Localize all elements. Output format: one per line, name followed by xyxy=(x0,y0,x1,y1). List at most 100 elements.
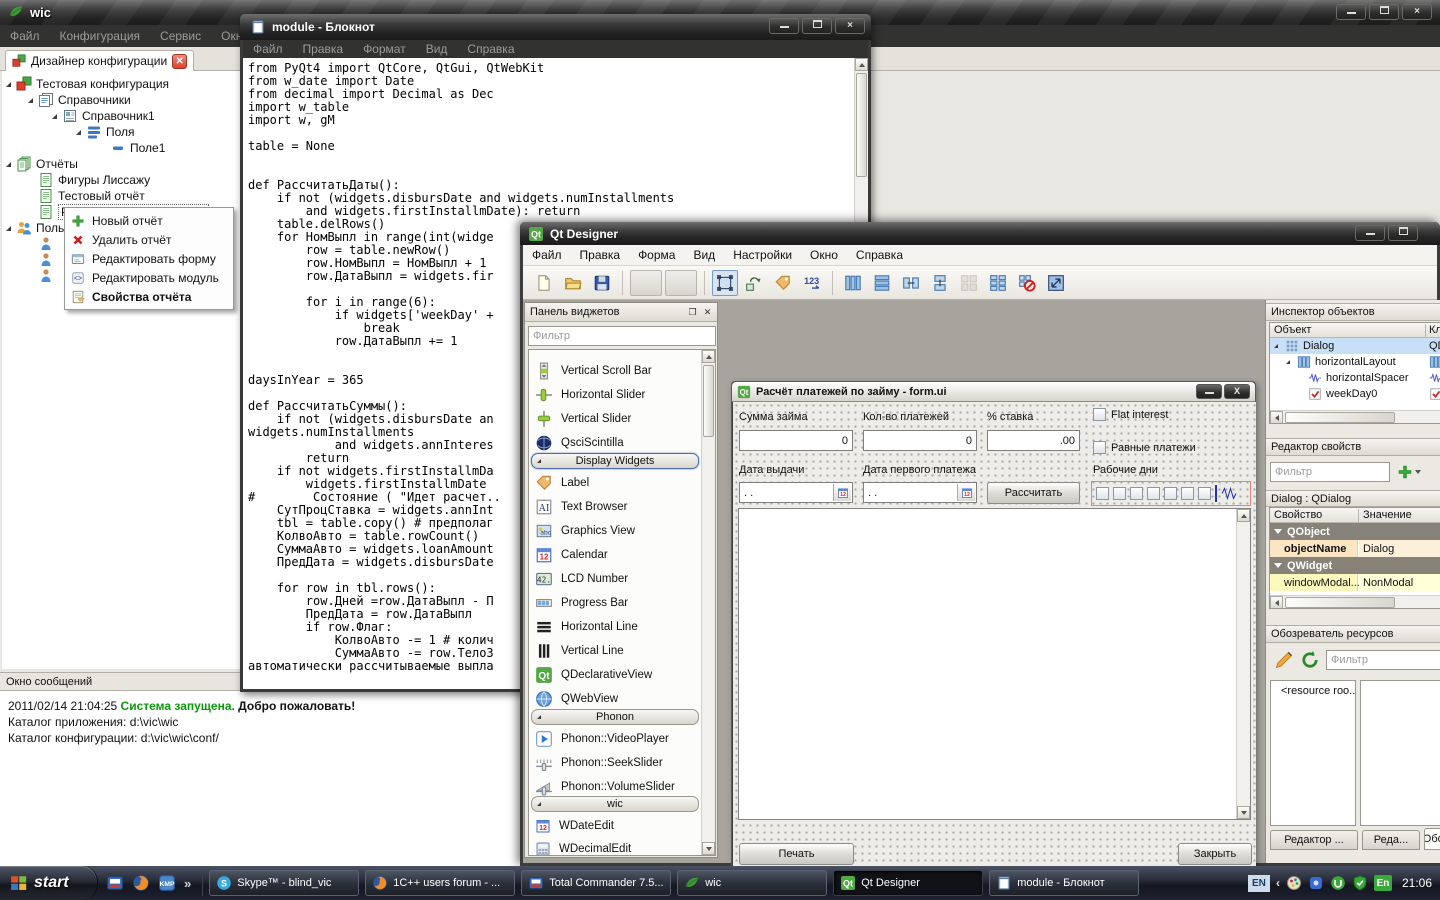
menu-item-delete-report[interactable]: Удалить отчёт xyxy=(65,230,233,249)
tree-item-test-configuration[interactable]: Тестовая конфигурация xyxy=(6,76,169,92)
task-qt-designer[interactable]: Qt Designer xyxy=(833,870,983,896)
label-first-payment-date[interactable]: Дата первого платежа xyxy=(863,464,976,476)
widget-item-horizontal-line[interactable]: Horizontal Line xyxy=(531,615,699,639)
scroll-thumb[interactable] xyxy=(703,365,714,437)
qt-menu-edit[interactable]: Правка xyxy=(571,248,630,262)
inspector-column-header[interactable]: ОбъектКласс xyxy=(1270,323,1440,338)
widget-item-wdecimaledit[interactable]: WDecimalEdit xyxy=(531,837,699,856)
checkbox-icon[interactable] xyxy=(1093,408,1106,421)
expand-arrow-icon[interactable] xyxy=(28,98,33,103)
label-rate[interactable]: % ставка xyxy=(987,411,1033,423)
minimize-button[interactable] xyxy=(1196,384,1222,399)
widget-filter-input[interactable] xyxy=(528,326,716,346)
widget-item-horizontal-scroll-bar[interactable]: Horizontal Scroll Bar xyxy=(531,349,699,356)
close-button[interactable]: × xyxy=(835,18,865,34)
widget-item-calendar[interactable]: Calendar xyxy=(531,543,699,567)
weekday-checkbox[interactable] xyxy=(1164,487,1177,500)
tab-resource-browser[interactable]: Обозреватель ресурсов xyxy=(1424,828,1440,850)
tree-item-user[interactable] xyxy=(38,236,54,252)
task-wic[interactable]: wic xyxy=(677,870,827,896)
table-scrollbar[interactable] xyxy=(1236,509,1250,819)
workdays-layout-selection[interactable] xyxy=(1091,481,1251,506)
float-dock-icon[interactable]: ❐ xyxy=(686,306,699,319)
property-filter-input[interactable] xyxy=(1270,462,1390,482)
resource-filter-input[interactable] xyxy=(1326,650,1440,670)
layout-horizontal-splitter-button[interactable] xyxy=(898,270,924,296)
widget-section-phonon[interactable]: Phonon xyxy=(531,709,699,725)
edit-signals-slots-button[interactable] xyxy=(741,270,767,296)
expand-arrow-icon[interactable] xyxy=(52,114,57,119)
scroll-left-button[interactable] xyxy=(1270,596,1283,609)
inspector-hscrollbar[interactable] xyxy=(1270,410,1440,423)
widget-item-vertical-line[interactable]: Vertical Line xyxy=(531,639,699,663)
expand-arrow-icon[interactable] xyxy=(6,226,11,231)
tree-item-user[interactable] xyxy=(38,252,54,268)
total-commander-icon[interactable] xyxy=(106,874,124,892)
tray-palette-icon[interactable] xyxy=(1286,875,1302,891)
weekday-checkbox[interactable] xyxy=(1198,487,1211,500)
widget-item-lcd-number[interactable]: LCD Number xyxy=(531,567,699,591)
minimize-button[interactable] xyxy=(1355,225,1385,241)
qt-menu-file[interactable]: Файл xyxy=(523,248,571,262)
menu-item-report-properties[interactable]: Свойства отчёта xyxy=(65,287,233,306)
tab-action-editor[interactable]: Реда... xyxy=(1362,830,1420,850)
notepad-menu-format[interactable]: Формат xyxy=(353,42,416,56)
calendar-picker-icon[interactable] xyxy=(957,484,975,501)
maximize-button[interactable] xyxy=(1388,225,1418,241)
task-skype[interactable]: Skype™ - blind_vic xyxy=(209,870,359,896)
close-form-button[interactable]: Закрыть xyxy=(1178,843,1252,865)
label-workdays[interactable]: Рабочие дни xyxy=(1093,464,1158,476)
tree-item-fields[interactable]: Поля xyxy=(76,124,135,140)
firefox-icon[interactable] xyxy=(132,874,150,892)
input-rate[interactable]: .00 xyxy=(987,430,1080,451)
tree-item-reports[interactable]: Отчёты xyxy=(6,156,78,172)
tree-item-field1[interactable]: Поле1 xyxy=(100,140,165,156)
widget-section-wic[interactable]: wic xyxy=(531,796,699,812)
quick-launch-expand-icon[interactable]: » xyxy=(184,876,191,891)
label-disburse-date[interactable]: Дата выдачи xyxy=(739,464,804,476)
widget-item-wdateedit[interactable]: WDateEdit xyxy=(531,814,699,838)
date-edit-first-payment[interactable]: . . xyxy=(863,482,977,503)
scroll-left-button[interactable] xyxy=(1270,411,1283,424)
edit-buddies-button[interactable] xyxy=(770,270,796,296)
minimize-button[interactable] xyxy=(1336,4,1366,20)
tree-item-test-report[interactable]: Тестовый отчёт xyxy=(28,188,145,204)
wic-menu-file[interactable]: Файл xyxy=(0,29,50,43)
layout-vertical-button[interactable] xyxy=(869,270,895,296)
resource-content-pane[interactable] xyxy=(1360,680,1440,826)
new-form-button[interactable] xyxy=(531,270,557,296)
notepad-menu-file[interactable]: Файл xyxy=(243,42,293,56)
tray-expand-icon[interactable]: ‹ xyxy=(1276,876,1280,890)
inspector-row-horizontalspacer[interactable]: horizontalSpacer xyxy=(1270,370,1440,386)
widget-item-vertical-scroll-bar[interactable]: Vertical Scroll Bar xyxy=(531,359,699,383)
widget-item-label[interactable]: Label xyxy=(531,471,699,495)
widget-item-text-browser[interactable]: Text Browser xyxy=(531,495,699,519)
maximize-button[interactable] xyxy=(802,18,832,34)
weekday-checkbox[interactable] xyxy=(1181,487,1194,500)
payments-table[interactable] xyxy=(738,508,1251,820)
adjust-size-button[interactable] xyxy=(1043,270,1069,296)
language-indicator[interactable]: EN xyxy=(1248,875,1270,892)
qt-menu-window[interactable]: Окно xyxy=(801,248,847,262)
tree-item-user[interactable] xyxy=(38,268,54,284)
kmplayer-icon[interactable] xyxy=(158,874,176,892)
weekday-checkbox[interactable] xyxy=(1096,487,1109,500)
task-firefox-forum[interactable]: 1C++ users forum - ... xyxy=(365,870,515,896)
tab-close-icon[interactable]: ✕ xyxy=(172,54,187,69)
task-notepad[interactable]: module - Блокнот xyxy=(989,870,1139,896)
qt-menu-view[interactable]: Вид xyxy=(684,248,724,262)
add-dynamic-property-button[interactable] xyxy=(1394,460,1424,484)
resource-browser-header[interactable]: Обозреватель ресурсов xyxy=(1266,625,1440,643)
layout-form-button[interactable] xyxy=(985,270,1011,296)
language-indicator-2[interactable]: En xyxy=(1374,875,1392,891)
scroll-thumb[interactable] xyxy=(1285,412,1395,423)
tray-antivirus-icon[interactable] xyxy=(1352,875,1368,891)
tab-property-editor[interactable]: Редактор ... xyxy=(1270,830,1358,850)
checkbox-flat-interest[interactable]: Flat interest xyxy=(1093,408,1168,421)
property-column-header[interactable]: СвойствоЗначение xyxy=(1270,508,1440,523)
menu-item-edit-module[interactable]: Редактировать модуль xyxy=(65,268,233,287)
scroll-down-button[interactable] xyxy=(1237,806,1250,819)
notepad-menu-view[interactable]: Вид xyxy=(416,42,458,56)
layout-vertical-splitter-button[interactable] xyxy=(927,270,953,296)
resource-root-item[interactable]: <resource roo... xyxy=(1271,681,1355,697)
